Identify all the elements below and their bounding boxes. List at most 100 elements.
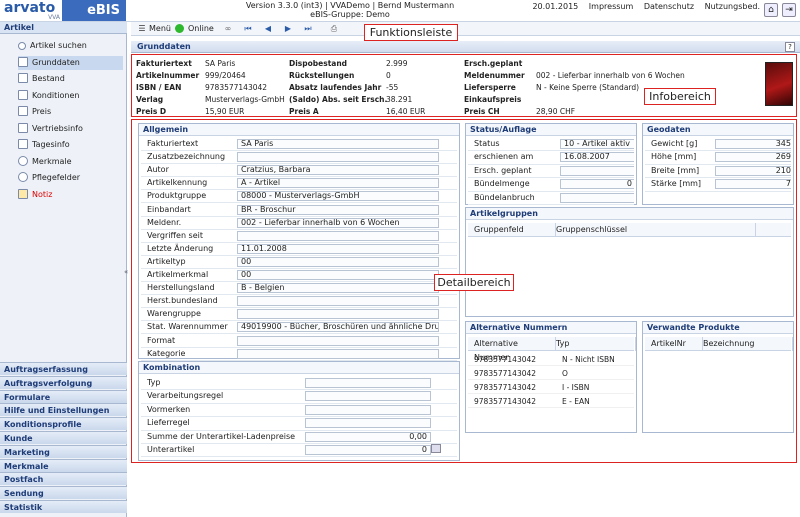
hint-detailbereich: Detailbereich [434, 274, 514, 291]
field-input[interactable]: A - Artikel [237, 178, 439, 189]
field-input[interactable] [237, 335, 439, 346]
field-input[interactable] [560, 165, 634, 176]
sidebar-module-artikel[interactable]: Artikel [0, 22, 127, 34]
home-icon[interactable]: ⌂ [764, 3, 778, 17]
first-record-icon[interactable]: ⏮ [243, 24, 253, 34]
sidebar-item-tagesinfo[interactable]: Tagesinfo [18, 138, 123, 152]
help-button[interactable]: ? [785, 42, 795, 52]
field-input[interactable]: 002 - Lieferbar innerhalb von 6 Wochen [237, 217, 439, 228]
menu-button[interactable]: Menü [149, 23, 171, 35]
logout-icon[interactable]: ⇥ [782, 3, 796, 17]
field-input[interactable] [305, 404, 431, 415]
field-input[interactable] [237, 296, 439, 307]
field-input[interactable]: 11.01.2008 [237, 243, 439, 254]
field-input[interactable]: Cratzius, Barbara [237, 165, 439, 176]
unterartikel-lookup-icon[interactable] [431, 444, 441, 453]
form-row: Stat. Warennummer 49019900 - Bücher, Bros… [141, 321, 457, 335]
module-auftragserfassung[interactable]: Auftragserfassung [0, 362, 127, 375]
field-input[interactable] [237, 348, 439, 359]
glasses-icon[interactable]: ∞ [221, 24, 235, 34]
info-value: 9783577143042 [205, 83, 268, 92]
module-hilfe-und-einstellungen[interactable]: Hilfe und Einstellungen [0, 403, 127, 417]
sidebar-item-vertriebsinfo[interactable]: Vertriebsinfo [18, 122, 123, 136]
print-icon[interactable]: ⎙ [329, 24, 339, 34]
sidebar-item-pflegefelder[interactable]: Pflegefelder [18, 171, 123, 185]
sidebar-item-konditionen[interactable]: Konditionen [18, 89, 123, 103]
sidebar-item-merkmale[interactable]: Merkmale [18, 155, 123, 169]
field-input[interactable]: B - Belgien [237, 283, 439, 294]
field-input[interactable]: 0 [305, 445, 431, 455]
form-row: Bündelmenge 0 [468, 178, 634, 192]
info-icon [18, 172, 28, 182]
form-row: Letzte Änderung 11.01.2008 [141, 243, 457, 256]
info-label: Dispobestand [289, 59, 348, 68]
form-row: Artikeltyp 00 [141, 256, 457, 269]
info-label: Preis CH [464, 107, 500, 116]
sidebar-item-notiz[interactable]: Notiz [18, 188, 123, 202]
field-input[interactable]: BR - Broschur [237, 204, 439, 215]
field-label: Summe der Unterartikel-Ladenpreise [147, 431, 296, 441]
field-input[interactable]: 10 - Artikel aktiv [560, 139, 634, 149]
field-label: Autor [147, 165, 169, 175]
field-input[interactable]: SA Paris [237, 139, 439, 149]
column-header[interactable]: Alternative Nummer [474, 337, 556, 362]
alternative-nummern-title: Alternative Nummern [466, 322, 636, 334]
column-header[interactable]: ArtikelNr [651, 337, 703, 351]
table-row[interactable]: 9783577143042 I - ISBN [468, 381, 634, 394]
field-input[interactable] [237, 152, 439, 163]
field-input[interactable]: 00 [237, 270, 439, 280]
field-input[interactable] [305, 391, 431, 402]
field-input[interactable]: 345 [715, 139, 791, 149]
column-header[interactable]: Typ [556, 337, 636, 351]
form-row: Fakturiertext SA Paris [141, 138, 457, 152]
table-row[interactable]: 9783577143042 O [468, 367, 634, 380]
module-postfach[interactable]: Postfach [0, 472, 127, 486]
sidebar-item-grunddaten[interactable]: Grunddaten [18, 55, 123, 70]
sidebar-item-label: Artikel suchen [30, 41, 87, 50]
field-input[interactable] [237, 230, 439, 241]
sidebar-item-artikel-suchen[interactable]: Artikel suchen [18, 39, 123, 53]
column-header[interactable]: Gruppenschlüssel [556, 223, 756, 237]
field-input[interactable]: 210 [715, 165, 791, 176]
field-input[interactable]: 7 [715, 179, 791, 190]
next-record-icon[interactable]: ▶ [283, 24, 293, 34]
last-record-icon[interactable]: ⏭ [303, 24, 313, 34]
document-icon [18, 89, 28, 100]
column-header[interactable]: Gruppenfeld [474, 223, 556, 237]
module-auftragsverfolgung[interactable]: Auftragsverfolgung [0, 375, 127, 389]
sidebar-item-label: Konditionen [32, 90, 80, 100]
module-marketing[interactable]: Marketing [0, 444, 127, 458]
field-input[interactable] [305, 378, 431, 388]
impressum-link[interactable]: Impressum [589, 2, 633, 11]
field-input[interactable] [237, 309, 439, 320]
collapse-handle-icon[interactable]: « [124, 268, 128, 276]
field-input[interactable]: 08000 - Musterverlags-GmbH [237, 191, 439, 202]
field-input[interactable]: 269 [715, 152, 791, 163]
nutzungsbed-link[interactable]: Nutzungsbed. [705, 2, 760, 11]
field-input[interactable]: 49019900 - Bücher, Broschüren und ähnlic… [237, 322, 439, 333]
module-kunde[interactable]: Kunde [0, 431, 127, 444]
field-label: Kategorie [147, 348, 186, 358]
module-konditionsprofile[interactable]: Konditionsprofile [0, 417, 127, 431]
datenschutz-link[interactable]: Datenschutz [644, 2, 694, 11]
table-row[interactable]: 9783577143042 E - EAN [468, 395, 634, 408]
info-label: Einkaufspreis [464, 95, 522, 104]
table-row[interactable]: 9783577143042 N - Nicht ISBN [468, 353, 634, 366]
info-label: (Saldo) Abs. seit Ersch. [289, 95, 388, 104]
sidebar-item-preis[interactable]: Preis [18, 105, 123, 119]
field-label: Stat. Warennummer [147, 322, 228, 332]
module-formulare[interactable]: Formulare [0, 389, 127, 403]
module-merkmale[interactable]: Merkmale [0, 458, 127, 472]
field-input[interactable] [560, 192, 634, 203]
field-input[interactable] [305, 418, 431, 429]
sidebar-item-bestand[interactable]: Bestand [18, 72, 123, 86]
module-statistik[interactable]: Statistik [0, 500, 127, 513]
field-input[interactable]: 0 [560, 179, 634, 190]
column-header[interactable]: Bezeichnung [703, 337, 793, 351]
field-input[interactable]: 00 [237, 256, 439, 267]
previous-record-icon[interactable]: ◀ [263, 24, 273, 34]
module-sendung[interactable]: Sendung [0, 486, 127, 500]
menu-icon[interactable]: ☰ [137, 24, 147, 34]
field-input[interactable]: 16.08.2007 [560, 152, 634, 163]
field-input[interactable]: 0,00 [305, 431, 431, 442]
